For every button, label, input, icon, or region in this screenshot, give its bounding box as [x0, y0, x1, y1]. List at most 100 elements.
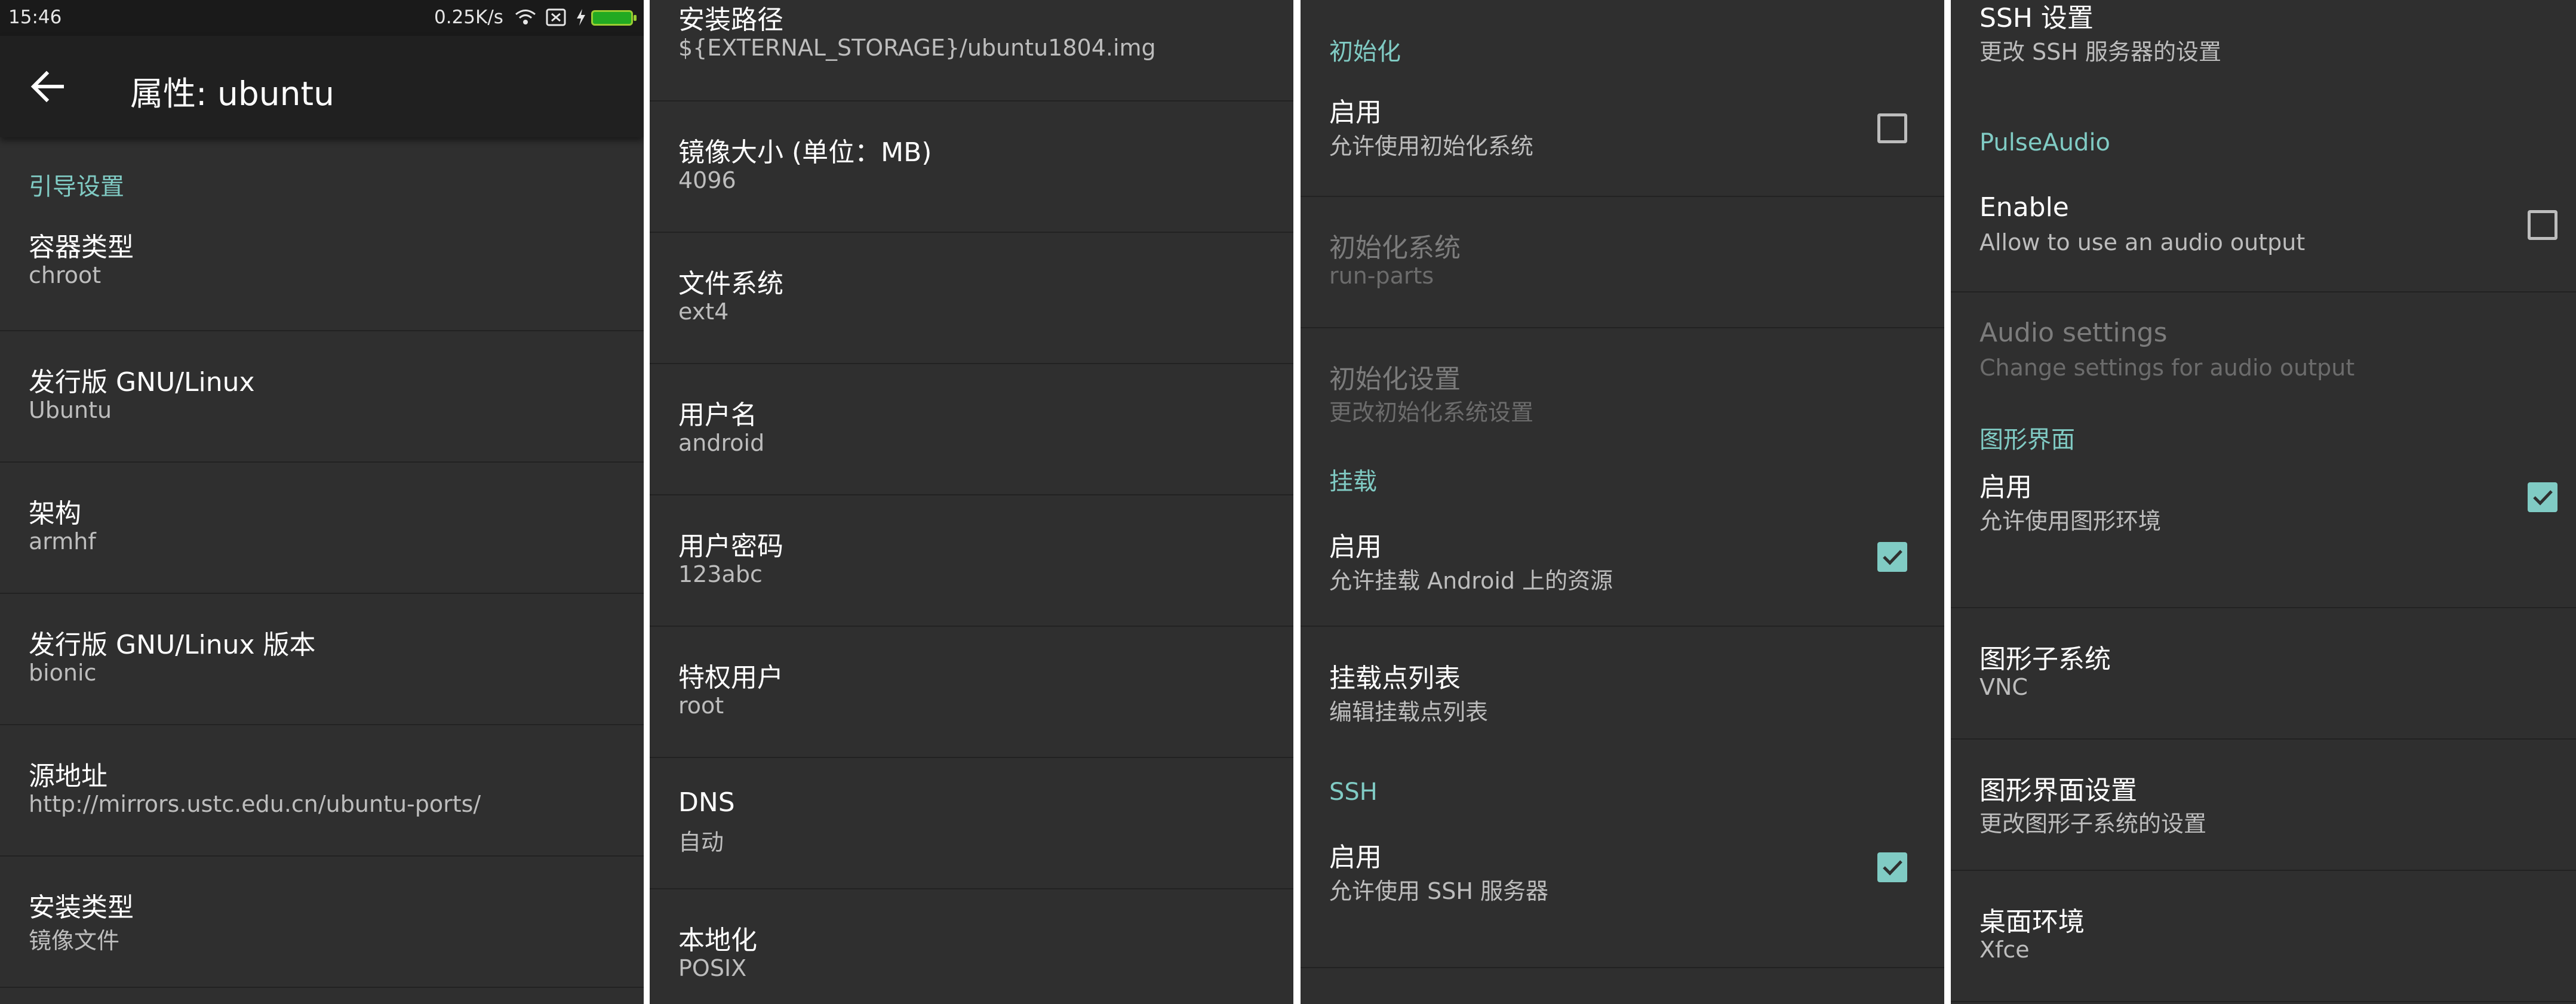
pref-privileged-user[interactable]: 特权用户 root — [650, 627, 1293, 758]
pref-title: 用户密码 — [678, 531, 783, 562]
screenshot-panel-4: SSH 设置 更改 SSH 服务器的设置 PulseAudio Enable A… — [1951, 0, 2576, 1004]
pref-pulse-enable[interactable]: Enable Allow to use an audio output — [1951, 185, 2576, 292]
pref-summary: ${EXTERNAL_STORAGE}/ubuntu1804.img — [678, 35, 1156, 61]
battery-icon — [591, 10, 637, 26]
pref-title: 安装类型 — [29, 892, 134, 923]
pref-mount-enable[interactable]: 启用 允许挂载 Android 上的资源 — [1301, 525, 1944, 627]
pref-title: SSH 设置 — [1979, 3, 2094, 33]
pref-install-type[interactable]: 安装类型 镜像文件 — [0, 857, 644, 988]
pref-distribution[interactable]: 发行版 GNU/Linux Ubuntu — [0, 331, 644, 463]
pref-summary: 允许使用 SSH 服务器 — [1329, 878, 1548, 904]
pref-title: 发行版 GNU/Linux — [29, 367, 255, 398]
mount-enable-checkbox[interactable] — [1877, 542, 1907, 572]
pref-summary: Allow to use an audio output — [1979, 229, 2306, 255]
category-header: 图形界面 — [1951, 424, 2576, 466]
pref-title: 发行版 GNU/Linux 版本 — [29, 630, 316, 660]
screenshot-panel-2: 安装路径 ${EXTERNAL_STORAGE}/ubuntu1804.img … — [650, 0, 1293, 1004]
screenshot-panel-3: 初始化 启用 允许使用初始化系统 初始化系统 run-parts 初始化设置 更… — [1301, 0, 1944, 1004]
pref-summary: 更改初始化系统设置 — [1329, 399, 1534, 426]
pref-title: 启用 — [1329, 842, 1382, 873]
page-title: 属性: ubuntu — [130, 75, 334, 113]
pref-architecture[interactable]: 架构 armhf — [0, 463, 644, 594]
pref-title: 安装路径 — [678, 5, 783, 35]
pref-summary: 允许挂载 Android 上的资源 — [1329, 568, 1613, 594]
pref-ssh-enable[interactable]: 启用 允许使用 SSH 服务器 — [1301, 836, 1944, 968]
wifi-icon — [515, 8, 536, 31]
category-header: SSH — [1301, 758, 1944, 836]
no-sim-icon — [546, 8, 566, 31]
pref-summary: Change settings for audio output — [1979, 355, 2355, 381]
status-time: 15:46 — [8, 7, 62, 28]
pref-title: 架构 — [29, 498, 81, 529]
pref-summary: Xfce — [1979, 937, 2030, 963]
pref-summary: 更改图形子系统的设置 — [1979, 811, 2207, 837]
pref-init-enable[interactable]: 启用 允许使用初始化系统 — [1301, 66, 1944, 197]
pref-title: 图形界面设置 — [1979, 775, 2137, 806]
category-label: PulseAudio — [1979, 129, 2111, 156]
pref-title: 桌面环境 — [1979, 907, 2085, 937]
pref-summary: VNC — [1979, 674, 2028, 700]
pref-gui-enable[interactable]: 启用 允许使用图形环境 — [1951, 466, 2576, 608]
pref-ssh-settings[interactable]: SSH 设置 更改 SSH 服务器的设置 — [1951, 0, 2576, 107]
charging-icon — [576, 8, 586, 31]
pref-title: 图形子系统 — [1979, 644, 2111, 675]
category-header: 引导设置 — [0, 137, 644, 204]
category-label: 初始化 — [1329, 38, 1401, 66]
category-header: PulseAudio — [1951, 107, 2576, 185]
category-label: SSH — [1329, 778, 1378, 806]
pref-mount-points[interactable]: 挂载点列表 编辑挂载点列表 — [1301, 627, 1944, 758]
pref-summary: 允许使用初始化系统 — [1329, 133, 1534, 159]
pref-summary: POSIX — [678, 955, 747, 981]
pref-username[interactable]: 用户名 android — [650, 364, 1293, 495]
pref-gui-settings[interactable]: 图形界面设置 更改图形子系统的设置 — [1951, 740, 2576, 871]
screenshot-panel-1: 15:46 0.25K/s 属性: ubuntu 引导设置 容器类型 chroo… — [0, 0, 644, 1004]
pref-title: DNS — [678, 787, 735, 818]
category-label: 图形界面 — [1979, 426, 2075, 454]
checkmark-icon — [1883, 860, 1902, 876]
pref-title: 启用 — [1329, 97, 1382, 128]
pref-audio-settings: Audio settings Change settings for audio… — [1951, 292, 2576, 424]
back-button[interactable] — [24, 63, 72, 110]
pref-user-password[interactable]: 用户密码 123abc — [650, 495, 1293, 627]
pref-title: 源地址 — [29, 761, 107, 792]
pref-title: 挂载点列表 — [1329, 663, 1461, 694]
gui-enable-checkbox[interactable] — [2528, 482, 2557, 512]
pref-gui-subsystem[interactable]: 图形子系统 VNC — [1951, 608, 2576, 740]
pref-locale[interactable]: 本地化 POSIX — [650, 889, 1293, 1004]
pref-summary: armhf — [29, 528, 96, 555]
pref-dns[interactable]: DNS 自动 — [650, 758, 1293, 889]
pref-title: 初始化设置 — [1329, 364, 1461, 395]
pref-filesystem[interactable]: 文件系统 ext4 — [650, 233, 1293, 364]
pref-summary: 4096 — [678, 167, 736, 193]
pref-title: 特权用户 — [678, 663, 783, 693]
pref-summary: chroot — [29, 262, 102, 288]
category-label: 引导设置 — [29, 173, 124, 201]
pref-title: 初始化系统 — [1329, 233, 1461, 263]
pref-summary: bionic — [29, 660, 97, 686]
ssh-enable-checkbox[interactable] — [1877, 852, 1907, 882]
pref-title: 本地化 — [678, 925, 757, 956]
pref-distribution-version[interactable]: 发行版 GNU/Linux 版本 bionic — [0, 594, 644, 725]
pref-summary: http://mirrors.ustc.edu.cn/ubuntu-ports/ — [29, 791, 481, 817]
arrow-back-icon — [30, 70, 64, 103]
pref-install-path[interactable]: 安装路径 ${EXTERNAL_STORAGE}/ubuntu1804.img — [650, 0, 1293, 101]
pref-summary: ext4 — [678, 298, 729, 325]
pref-title: 文件系统 — [678, 269, 783, 299]
category-header: 初始化 — [1301, 0, 1944, 66]
pulse-enable-checkbox[interactable] — [2528, 210, 2557, 240]
pref-desktop-environment[interactable]: 桌面环境 Xfce — [1951, 871, 2576, 1002]
preferences-list: 初始化 启用 允许使用初始化系统 初始化系统 run-parts 初始化设置 更… — [1301, 0, 1944, 968]
status-bar: 15:46 0.25K/s — [0, 0, 644, 36]
init-enable-checkbox[interactable] — [1877, 113, 1907, 143]
pref-title: Enable — [1979, 192, 2069, 223]
pref-summary: 123abc — [678, 561, 763, 587]
pref-summary: 允许使用图形环境 — [1979, 508, 2162, 534]
pref-source-url[interactable]: 源地址 http://mirrors.ustc.edu.cn/ubuntu-po… — [0, 725, 644, 857]
category-label: 挂载 — [1329, 468, 1377, 495]
preferences-list: SSH 设置 更改 SSH 服务器的设置 PulseAudio Enable A… — [1951, 0, 2576, 1002]
pref-summary: run-parts — [1329, 263, 1434, 289]
pref-title: Audio settings — [1979, 318, 2168, 348]
pref-container-type[interactable]: 容器类型 chroot — [0, 204, 644, 331]
category-header: 挂载 — [1301, 460, 1944, 525]
pref-image-size[interactable]: 镜像大小 (单位：MB) 4096 — [650, 101, 1293, 233]
